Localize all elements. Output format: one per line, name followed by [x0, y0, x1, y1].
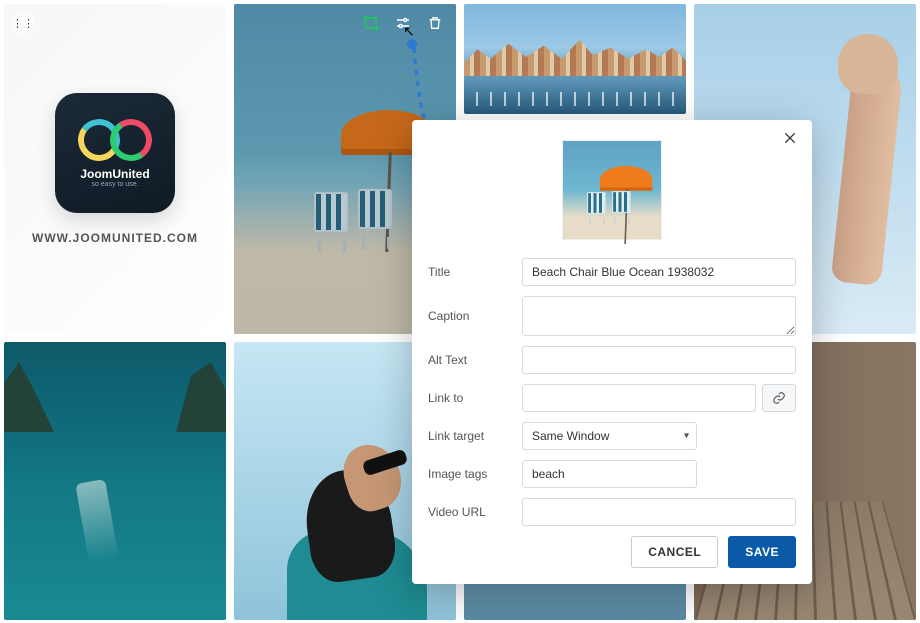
- video-url-label: Video URL: [428, 505, 512, 519]
- item-toolbar: ↖: [360, 12, 446, 34]
- caption-input[interactable]: [522, 296, 796, 336]
- gallery-item-harbor-town[interactable]: [464, 4, 686, 114]
- link-target-select[interactable]: [522, 422, 697, 450]
- brand-name: JoomUnited: [80, 167, 149, 181]
- image-tags-input[interactable]: [522, 460, 697, 488]
- alt-text-input[interactable]: [522, 346, 796, 374]
- gallery-item-logo[interactable]: ⋮⋮ JoomUnited so easy to use. WWW.JOOMUN…: [4, 4, 226, 334]
- alt-text-label: Alt Text: [428, 353, 512, 367]
- crop-icon[interactable]: [360, 12, 382, 34]
- gallery-item-aerial-ocean[interactable]: [4, 342, 226, 620]
- link-to-label: Link to: [428, 391, 512, 405]
- caption-label: Caption: [428, 309, 512, 323]
- link-target-label: Link target: [428, 429, 512, 443]
- title-input[interactable]: [522, 258, 796, 286]
- logo-rings-icon: [78, 119, 152, 161]
- brand-logo: JoomUnited so easy to use.: [55, 93, 175, 213]
- close-button[interactable]: [780, 130, 800, 150]
- settings-sliders-icon[interactable]: ↖: [392, 12, 414, 34]
- brand-tagline: so easy to use.: [91, 181, 138, 188]
- reorder-handle-icon[interactable]: ⋮⋮: [12, 12, 34, 34]
- cancel-button[interactable]: CANCEL: [631, 536, 718, 568]
- link-picker-button[interactable]: [762, 384, 796, 412]
- link-to-input[interactable]: [522, 384, 756, 412]
- save-button[interactable]: SAVE: [728, 536, 796, 568]
- title-label: Title: [428, 265, 512, 279]
- image-tags-label: Image tags: [428, 467, 512, 481]
- image-thumbnail: [562, 140, 662, 240]
- brand-url: WWW.JOOMUNITED.COM: [32, 231, 198, 245]
- video-url-input[interactable]: [522, 498, 796, 526]
- delete-icon[interactable]: [424, 12, 446, 34]
- edit-image-modal: Title Caption Alt Text Link to Link targ…: [412, 120, 812, 584]
